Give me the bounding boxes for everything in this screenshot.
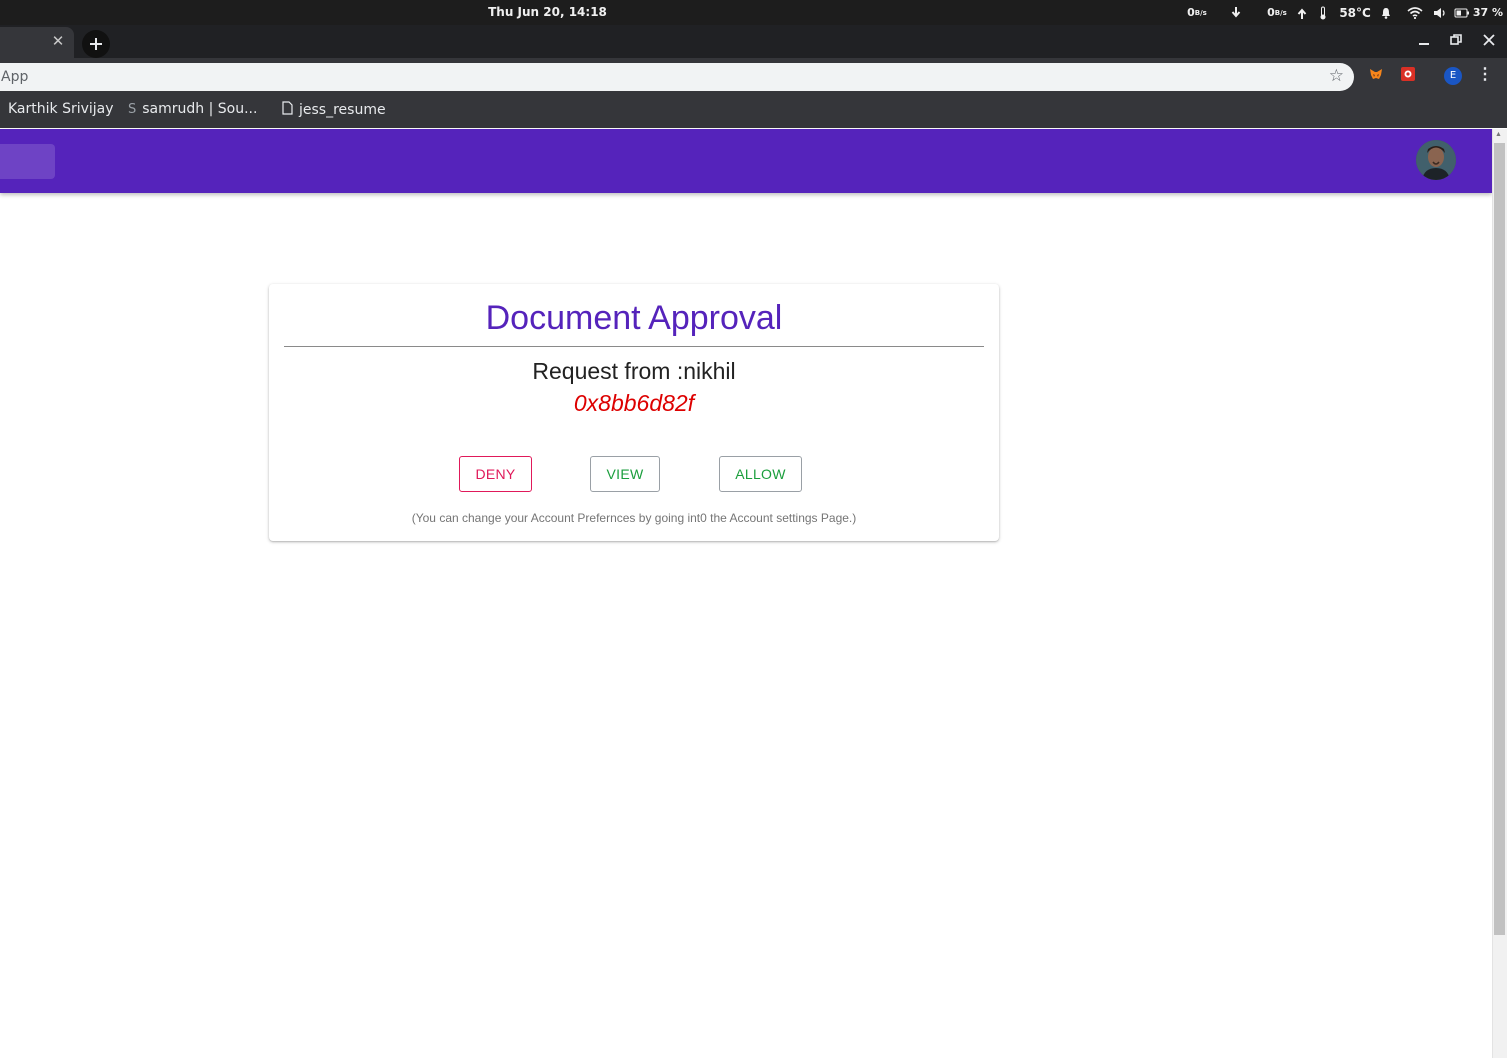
card-title: Document Approval <box>485 299 783 337</box>
bookmark-label: samrudh | Sou... <box>142 101 258 117</box>
request-from-text: Request from :nikhil <box>532 358 736 384</box>
user-avatar[interactable] <box>1416 140 1456 180</box>
metamask-fox-icon[interactable] <box>1367 66 1385 84</box>
temperature-readout: 58°C <box>1339 5 1371 20</box>
system-tray[interactable]: 0 B/s 0 B/s 58°C 37 % <box>1183 4 1503 21</box>
bookmark-item[interactable]: S samrudh | Sou... <box>128 101 257 117</box>
net-up-readout: 0 B/s <box>1267 6 1287 19</box>
battery-icon <box>1451 8 1473 18</box>
close-tab-icon[interactable]: ✕ <box>49 33 67 51</box>
page-icon <box>282 101 293 119</box>
notification-icon <box>1371 7 1401 19</box>
browser-menu-icon[interactable]: ⋮ <box>1476 66 1494 84</box>
battery-readout: 37 % <box>1472 6 1503 19</box>
bookmark-label: jess_resume <box>299 102 386 118</box>
bookmarks-bar: Karthik Srivijay S samrudh | Sou... jess… <box>0 92 1507 128</box>
page-scrollbar-thumb[interactable] <box>1494 143 1505 935</box>
new-tab-button[interactable] <box>82 30 110 58</box>
allow-button[interactable]: ALLOW <box>719 456 802 492</box>
download-arrow-icon <box>1207 6 1265 19</box>
title-divider <box>284 346 984 347</box>
extension-icon[interactable] <box>1399 66 1417 84</box>
address-bar-text[interactable]: App <box>1 69 28 85</box>
thermometer-icon <box>1317 6 1329 20</box>
bookmark-star-icon[interactable]: ☆ <box>1329 66 1344 86</box>
deny-button[interactable]: DENY <box>459 456 532 492</box>
close-window-icon[interactable] <box>1479 33 1499 49</box>
minimize-window-icon[interactable] <box>1414 33 1434 49</box>
bookmark-item[interactable]: Karthik Srivijay <box>8 101 114 117</box>
browser-toolbar: App ☆ <box>0 58 1507 92</box>
system-clock[interactable]: Thu Jun 20, 14:18 <box>0 5 1095 19</box>
bookmark-label: Karthik Srivijay <box>8 101 114 117</box>
profile-avatar-button[interactable]: E <box>1444 67 1462 85</box>
restore-window-icon[interactable] <box>1446 33 1466 49</box>
net-down-readout: 0 B/s <box>1187 6 1207 19</box>
view-button[interactable]: VIEW <box>590 456 660 492</box>
address-bar[interactable]: App ☆ <box>0 63 1354 91</box>
volume-icon <box>1429 7 1451 19</box>
account-preferences-note: (You can change your Account Prefernces … <box>411 511 857 525</box>
bookmark-favicon-icon: S <box>128 101 137 117</box>
document-hash: 0x8bb6d82f <box>573 390 695 416</box>
browser-tab-strip: ✕ <box>0 25 1507 58</box>
upload-arrow-icon <box>1287 7 1317 19</box>
app-bar <box>0 129 1492 193</box>
bookmark-item[interactable]: jess_resume <box>282 101 386 119</box>
document-approval-card: Document Approval Request from :nikhil 0… <box>269 284 999 541</box>
system-top-bar: Thu Jun 20, 14:18 0 B/s 0 B/s 58°C 37 % <box>0 0 1507 25</box>
browser-tab[interactable]: ✕ <box>0 27 74 58</box>
wifi-icon <box>1401 6 1429 19</box>
scroll-up-arrow-icon[interactable]: ▲ <box>1495 131 1502 138</box>
app-menu-button[interactable] <box>0 144 55 179</box>
